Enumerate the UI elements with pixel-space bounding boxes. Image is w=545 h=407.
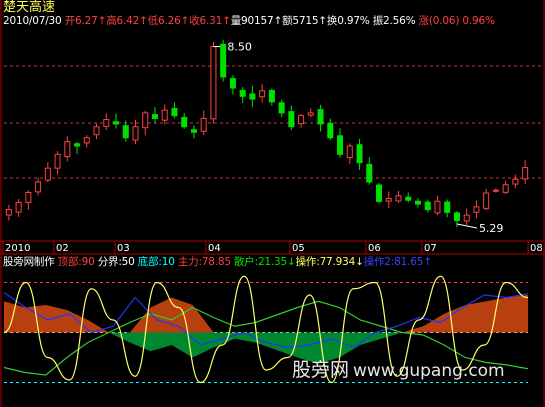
op-label: 操作 — [295, 256, 317, 268]
retail-label: 散户 — [233, 256, 255, 268]
candle-body[interactable] — [278, 102, 285, 114]
candle-body[interactable] — [298, 115, 305, 125]
candle-body[interactable] — [239, 89, 246, 97]
candle-body[interactable] — [229, 78, 236, 89]
ctrl-value: 81.65 — [394, 256, 424, 268]
candle-body[interactable] — [161, 109, 168, 121]
divide-value: 50 — [121, 256, 135, 268]
x-axis-label: 05 — [292, 243, 305, 254]
low-price-marker: 5.29 — [479, 222, 504, 235]
watermark-url: www.gupang.com — [353, 361, 505, 381]
main-value: 78.85 — [201, 256, 231, 268]
watermark: 股旁网 www.gupang.com — [292, 355, 505, 382]
candle-body[interactable] — [64, 141, 71, 158]
candle-body[interactable] — [337, 135, 344, 155]
candle-body[interactable] — [5, 209, 12, 216]
candle-body[interactable] — [444, 201, 451, 213]
candle-body[interactable] — [74, 143, 81, 147]
candle-body[interactable] — [424, 201, 431, 211]
candle-body[interactable] — [122, 125, 129, 139]
x-axis-label: 2010 — [5, 243, 31, 254]
candle-body[interactable] — [151, 114, 158, 119]
candle-body[interactable] — [376, 184, 383, 202]
candle-body[interactable] — [434, 200, 441, 214]
arrow-down-icon: ↓ — [287, 256, 296, 268]
candle-body[interactable] — [259, 90, 266, 98]
candle-body[interactable] — [132, 126, 139, 141]
candle-body[interactable] — [307, 112, 314, 116]
indicator-name: 股旁网制作 — [3, 256, 55, 268]
indicator-header: 股旁网制作 顶部:90 分界:50 底部:10 主力:78.85 散户:21.3… — [3, 256, 432, 268]
candle-body[interactable] — [327, 122, 334, 139]
candle-body[interactable] — [249, 93, 256, 100]
arrow-down-icon: ↓ — [355, 256, 364, 268]
candle-body[interactable] — [463, 214, 470, 222]
x-axis-label: 03 — [117, 243, 130, 254]
candle-body[interactable] — [522, 167, 529, 180]
watermark-text: 股旁网 — [292, 359, 350, 381]
candlestick-layer[interactable] — [5, 39, 529, 229]
x-axis-label: 02 — [56, 243, 69, 254]
candle-body[interactable] — [15, 201, 22, 213]
x-axis-label: 08 — [530, 243, 543, 254]
candle-body[interactable] — [54, 153, 61, 169]
candle-body[interactable] — [288, 111, 295, 128]
arrow-up-icon: ↑ — [423, 256, 432, 268]
candle-body[interactable] — [366, 163, 373, 183]
candle-body[interactable] — [268, 89, 275, 103]
chart-svg: 8.50 5.29 — [0, 0, 545, 407]
candle-body[interactable] — [502, 184, 509, 193]
candle-body[interactable] — [181, 116, 188, 128]
candle-body[interactable] — [405, 196, 412, 201]
candle-body[interactable] — [113, 121, 120, 125]
retail-value: 21.35 — [257, 256, 287, 268]
bottom-value: 10 — [161, 256, 175, 268]
candle-body[interactable] — [385, 198, 392, 202]
high-price-marker: 8.50 — [227, 41, 252, 54]
candle-body[interactable] — [25, 191, 32, 203]
candle-body[interactable] — [395, 195, 402, 202]
candle-body[interactable] — [483, 192, 490, 209]
op-value: 77.934 — [319, 256, 356, 268]
candle-body[interactable] — [453, 212, 460, 222]
candle-body[interactable] — [171, 107, 178, 117]
candle-body[interactable] — [492, 189, 499, 192]
candle-body[interactable] — [142, 112, 149, 129]
candle-body[interactable] — [414, 200, 421, 205]
divide-label: 分界 — [97, 256, 119, 268]
candle-body[interactable] — [83, 137, 90, 144]
top-label: 顶部 — [57, 256, 79, 268]
candle-body[interactable] — [190, 129, 197, 133]
ctrl-label: 操作2 — [363, 256, 391, 268]
candle-body[interactable] — [512, 178, 519, 185]
candle-body[interactable] — [220, 43, 227, 78]
candle-body[interactable] — [93, 126, 100, 136]
x-axis-label: 04 — [208, 243, 221, 254]
candle-body[interactable] — [346, 145, 353, 158]
candle-body[interactable] — [44, 167, 51, 181]
stock-chart-window: { "stock": { "name": "楚天高速" }, "header":… — [0, 0, 545, 407]
candle-body[interactable] — [317, 109, 324, 125]
candle-body[interactable] — [103, 119, 110, 127]
candle-body[interactable] — [356, 144, 363, 164]
candle-body[interactable] — [473, 206, 480, 213]
top-value: 90 — [81, 256, 95, 268]
candle-body[interactable] — [200, 117, 207, 132]
main-label: 主力 — [177, 256, 199, 268]
x-axis-label: 06 — [368, 243, 381, 254]
candle-body[interactable] — [35, 181, 42, 193]
bottom-label: 底部 — [137, 256, 159, 268]
candle-body[interactable] — [210, 46, 217, 120]
x-axis-label: 07 — [424, 243, 437, 254]
